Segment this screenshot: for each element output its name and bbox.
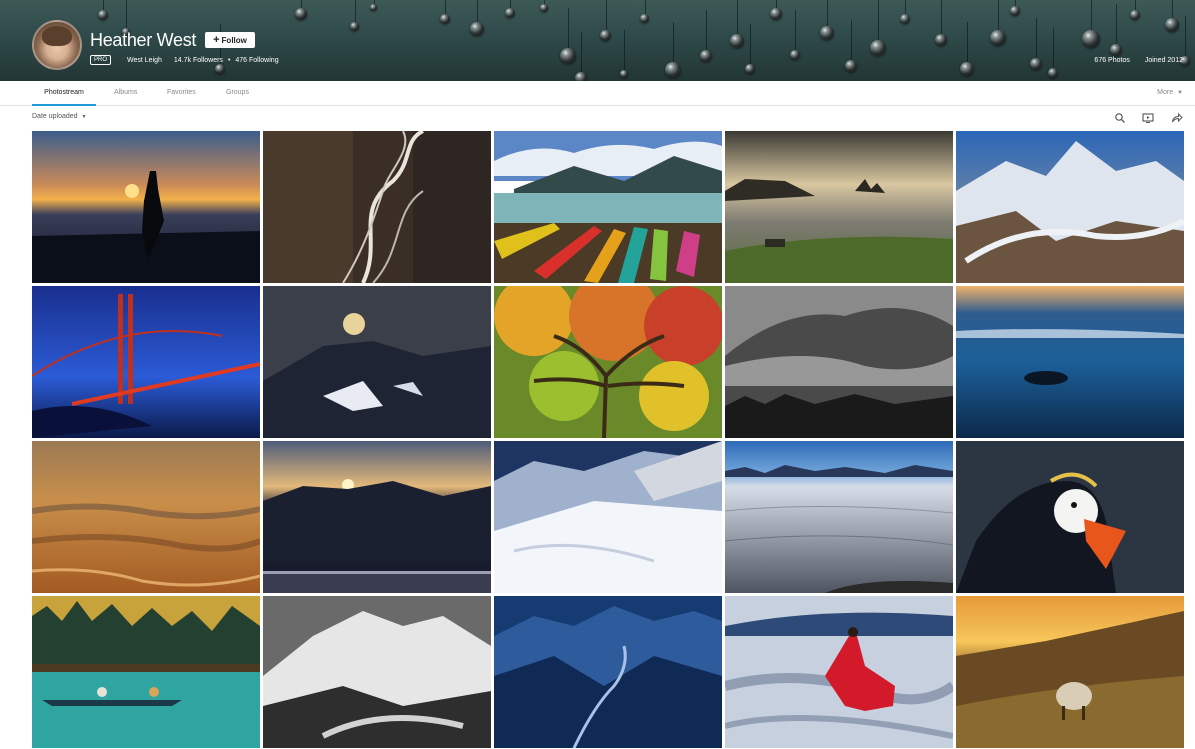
cover-water-drop bbox=[600, 0, 611, 41]
cover-water-drop bbox=[640, 0, 649, 23]
cover-water-drop bbox=[215, 24, 225, 74]
cover-water-drop bbox=[900, 0, 910, 24]
cover-water-drop bbox=[700, 10, 712, 62]
profile-meta: PRO West Leigh 14.7k Followers • 476 Fol… bbox=[90, 55, 279, 65]
follow-button[interactable]: + Follow bbox=[205, 32, 255, 48]
photo-seal-on-beach[interactable] bbox=[956, 286, 1184, 438]
cover-water-drop bbox=[820, 0, 834, 40]
more-label: More bbox=[1157, 89, 1174, 96]
profile-name: Heather West bbox=[90, 30, 197, 50]
profile-stats: 676 Photos Joined 2012 bbox=[1094, 57, 1183, 64]
cover-water-drop bbox=[1048, 28, 1058, 78]
tab-favorites[interactable]: Favorites bbox=[167, 81, 196, 106]
tab-albums[interactable]: Albums bbox=[114, 81, 137, 106]
follow-label: Follow bbox=[221, 35, 247, 45]
followers-link[interactable]: 14.7k Followers bbox=[174, 57, 223, 64]
cover-water-drop bbox=[870, 0, 886, 56]
share-icon[interactable] bbox=[1171, 112, 1183, 124]
cover-water-drop bbox=[1110, 4, 1122, 56]
photo-coastal-sea-stacks[interactable] bbox=[725, 131, 953, 283]
photo-aerial-glaciers[interactable] bbox=[956, 131, 1184, 283]
cover-water-drop bbox=[620, 30, 628, 78]
caret-down-icon: ▼ bbox=[81, 114, 87, 120]
photo-kayakers-lake[interactable] bbox=[32, 596, 260, 748]
cover-water-drop bbox=[575, 32, 587, 81]
photo-moonrise-mountain[interactable] bbox=[263, 286, 491, 438]
cover-water-drop bbox=[790, 10, 800, 60]
photo-tufted-puffin[interactable] bbox=[956, 441, 1184, 593]
avatar[interactable] bbox=[32, 20, 82, 70]
photo-snowy-peaks-wing[interactable] bbox=[494, 441, 722, 593]
plus-icon: + bbox=[213, 33, 220, 46]
photo-blue-valley-river[interactable] bbox=[494, 596, 722, 748]
cover-water-drop bbox=[960, 22, 974, 76]
pro-badge: PRO bbox=[90, 55, 112, 65]
cover-water-drop bbox=[295, 0, 307, 20]
photo-misty-forest-bw[interactable] bbox=[725, 286, 953, 438]
caret-down-icon: ▼ bbox=[1177, 90, 1183, 96]
cover-water-drop bbox=[745, 24, 755, 74]
photo-grid bbox=[32, 131, 1184, 749]
search-icon[interactable] bbox=[1114, 112, 1126, 124]
photo-japanese-maple-tree[interactable] bbox=[494, 286, 722, 438]
subnav: Photostream Albums Favorites Groups More… bbox=[0, 81, 1195, 106]
profile-alias: West Leigh bbox=[127, 56, 162, 64]
cover-water-drop bbox=[935, 0, 947, 46]
cover-water-drop bbox=[350, 0, 359, 31]
cover-water-drop bbox=[1030, 18, 1042, 70]
tab-photostream[interactable]: Photostream bbox=[32, 81, 96, 106]
more-menu[interactable]: More ▼ bbox=[1157, 81, 1183, 106]
cover-water-drop bbox=[440, 0, 450, 24]
photo-count: 676 Photos bbox=[1094, 57, 1130, 64]
photo-colorful-kayaks[interactable] bbox=[494, 131, 722, 283]
cover-water-drop bbox=[1130, 0, 1140, 20]
photo-mountain-bw[interactable] bbox=[263, 596, 491, 748]
cover-water-drop bbox=[665, 22, 681, 78]
meta-separator: • bbox=[227, 56, 231, 64]
following-link[interactable]: 476 Following bbox=[235, 57, 278, 64]
photo-sheep-sunset-hills[interactable] bbox=[956, 596, 1184, 748]
cover-water-drop bbox=[98, 0, 108, 20]
joined-date: Joined 2012 bbox=[1144, 57, 1183, 64]
cover-water-drop bbox=[1010, 0, 1020, 16]
photo-aerial-river-braids[interactable] bbox=[263, 131, 491, 283]
slideshow-icon[interactable] bbox=[1142, 112, 1154, 124]
photo-golden-aerial-valley[interactable] bbox=[32, 441, 260, 593]
sort-label: Date uploaded bbox=[32, 113, 78, 120]
photo-silhouette-sunset[interactable] bbox=[32, 131, 260, 283]
cover-water-drop bbox=[505, 0, 515, 18]
photo-sunrise-over-ridge[interactable] bbox=[263, 441, 491, 593]
photo-red-dress-glacier[interactable] bbox=[725, 596, 953, 748]
cover-water-drop bbox=[540, 0, 548, 12]
cover-water-drop bbox=[470, 0, 484, 36]
photo-icefield-panorama[interactable] bbox=[725, 441, 953, 593]
tab-groups[interactable]: Groups bbox=[226, 81, 249, 106]
cover-water-drop bbox=[1165, 0, 1179, 32]
cover-water-drop bbox=[730, 0, 744, 48]
cover-water-drop bbox=[770, 0, 782, 20]
sort-dropdown[interactable]: Date uploaded ▼ bbox=[32, 113, 86, 120]
cover-water-drop bbox=[560, 8, 576, 64]
cover-water-drop bbox=[1082, 0, 1100, 48]
cover-water-drop bbox=[370, 0, 377, 11]
profile-cover: Heather West + Follow PRO West Leigh 14.… bbox=[0, 0, 1195, 81]
photo-golden-gate-bridge[interactable] bbox=[32, 286, 260, 438]
cover-water-drop bbox=[990, 0, 1006, 46]
cover-water-drop bbox=[845, 20, 857, 72]
